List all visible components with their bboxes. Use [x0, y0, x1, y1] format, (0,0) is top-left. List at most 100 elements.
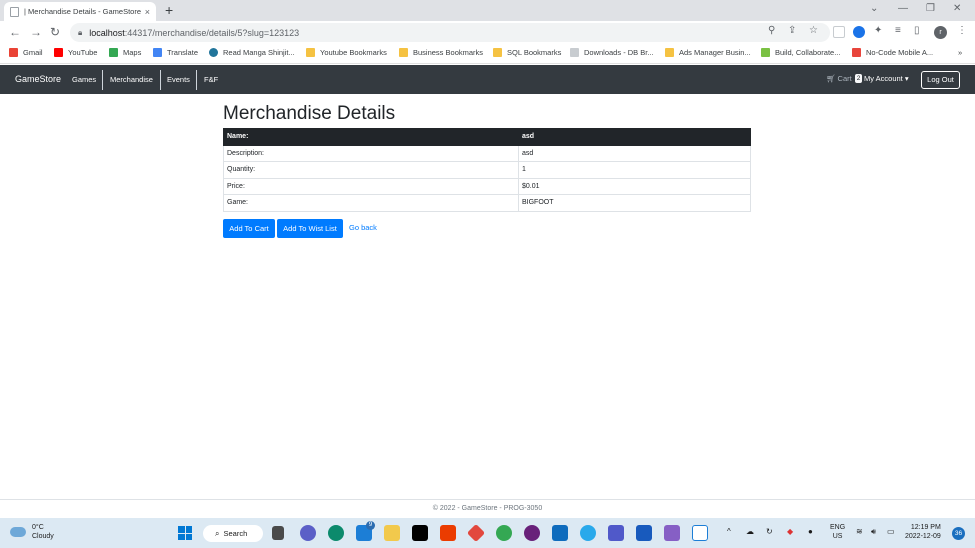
task-view-icon[interactable] — [272, 526, 284, 540]
mail-badge: 9 — [366, 521, 375, 530]
site-footer: © 2022 - GameStore - PROG-3050 — [0, 499, 975, 518]
netflix-icon[interactable] — [412, 525, 428, 541]
file-explorer-icon[interactable] — [384, 525, 400, 541]
detail-value: asd — [518, 128, 751, 146]
notification-badge[interactable]: 36 — [952, 527, 965, 540]
site-brand[interactable]: GameStore — [15, 74, 61, 84]
bookmarks-bar: Gmail YouTube Maps Translate Read Manga … — [0, 44, 975, 64]
battery-icon[interactable]: ▭ — [887, 527, 895, 536]
wifi-icon[interactable]: ≋ — [856, 527, 863, 536]
skype-extension-icon[interactable] — [853, 26, 865, 38]
logout-button[interactable]: Log Out — [921, 71, 960, 89]
nav-ff[interactable]: F&F — [199, 70, 223, 90]
browser-menu-icon[interactable]: ⋮ — [957, 25, 967, 36]
github-desktop-icon[interactable] — [524, 525, 540, 541]
bookmark-star-icon[interactable]: ☆ — [809, 25, 818, 36]
detail-key: Price: — [223, 177, 519, 195]
telegram-icon[interactable] — [580, 525, 596, 541]
bookmark-business-bookmarks[interactable]: Business Bookmarks — [399, 48, 483, 57]
word-icon[interactable] — [636, 525, 652, 541]
more-bookmarks-icon[interactable]: » — [958, 48, 962, 57]
chrome-icon[interactable] — [496, 525, 512, 541]
bookmark-sql-bookmarks[interactable]: SQL Bookmarks — [493, 48, 561, 57]
side-panel-icon[interactable]: ▯ — [914, 25, 920, 36]
minimize-icon[interactable]: — — [898, 3, 908, 14]
table-row: Quantity: 1 — [223, 161, 751, 179]
chevron-down-icon[interactable]: ⌄ — [870, 3, 878, 14]
tab-close-icon[interactable]: × — [145, 7, 150, 17]
cart-link[interactable]: 🛒︎ Cart 2 — [826, 74, 863, 83]
cloud-icon — [10, 527, 26, 537]
nav-merchandise[interactable]: Merchandise — [105, 70, 158, 90]
weather-widget[interactable]: 0°C Cloudy — [10, 523, 54, 541]
language-indicator[interactable]: ENG US — [830, 523, 845, 541]
address-bar[interactable]: 🔒︎ localhost:44317/merchandise/details/5… — [70, 23, 830, 42]
profile-avatar[interactable]: r — [934, 26, 947, 39]
bookmark-build-collaborate[interactable]: Build, Collaborate... — [761, 48, 840, 57]
browser-tab[interactable]: | Merchandise Details - GameStore × — [4, 2, 156, 21]
my-account-dropdown[interactable]: My Account ▾ — [864, 74, 909, 83]
bookmark-youtube-bookmarks[interactable]: Youtube Bookmarks — [306, 48, 387, 57]
bookmark-label: YouTube — [68, 48, 98, 57]
office-icon[interactable] — [440, 525, 456, 541]
bookmark-maps[interactable]: Maps — [109, 48, 141, 57]
windows-start-icon[interactable] — [178, 526, 192, 540]
teams-chat-icon[interactable] — [300, 525, 316, 541]
detail-key: Game: — [223, 194, 519, 212]
cart-label: Cart — [837, 74, 852, 83]
edge-icon[interactable] — [328, 525, 344, 541]
add-to-cart-button[interactable]: Add To Cart — [223, 219, 275, 238]
bookmark-gmail[interactable]: Gmail — [9, 48, 43, 57]
browser-toolbar: ← → ↻ 🔒︎ localhost:44317/merchandise/det… — [0, 21, 975, 44]
go-back-link[interactable]: Go back — [349, 223, 377, 232]
share-icon[interactable]: ⇪ — [788, 25, 796, 36]
clock-time: 12:19 PM — [910, 524, 941, 531]
add-to-wishlist-button[interactable]: Add To Wist List — [277, 219, 343, 238]
onedrive-icon[interactable]: ☁ — [746, 527, 754, 536]
back-icon[interactable]: ← — [9, 25, 21, 39]
visual-studio-icon[interactable] — [664, 525, 680, 541]
weather-condition: Cloudy — [32, 533, 54, 540]
detail-value: BIGFOOT — [518, 194, 751, 212]
bookmark-label: Gmail — [23, 48, 43, 57]
site-navbar: GameStore Games Merchandise Events F&F 🛒… — [0, 65, 975, 94]
bookmark-ads-manager[interactable]: Ads Manager Busin... — [665, 48, 751, 57]
bookmark-read-manga[interactable]: Read Manga Shinjit... — [209, 48, 295, 57]
bookmark-translate[interactable]: Translate — [153, 48, 198, 57]
nav-events[interactable]: Events — [162, 70, 195, 90]
restore-icon[interactable]: ❐ — [926, 3, 935, 14]
snipping-tool-icon[interactable] — [692, 525, 708, 541]
bookmark-no-code-mobile[interactable]: No-Code Mobile A... — [852, 48, 933, 57]
bookmark-label: Youtube Bookmarks — [320, 48, 387, 57]
close-window-icon[interactable]: ✕ — [953, 3, 961, 14]
puzzle-extensions-icon[interactable]: ✦ — [874, 25, 882, 36]
new-tab-button[interactable]: + — [165, 2, 173, 18]
zoom-search-icon[interactable]: ⚲ — [768, 25, 775, 36]
windows-taskbar: 0°C Cloudy ⌕ Search 9 ^ ☁ ↻ ◆ ● ENG US ≋… — [0, 518, 975, 548]
show-hidden-icons-chevron-icon[interactable]: ^ — [727, 527, 731, 536]
no-code-app-icon — [852, 48, 861, 57]
reload-icon[interactable]: ↻ — [50, 25, 60, 39]
reading-list-icon[interactable]: ≡ — [895, 25, 901, 36]
nav-divider — [160, 70, 161, 90]
wordpress-icon — [209, 48, 218, 57]
table-row: Name: asd — [223, 128, 751, 146]
taskbar-search[interactable]: ⌕ Search — [203, 525, 263, 542]
sync-icon[interactable]: ↻ — [766, 527, 773, 536]
detail-key: Name: — [223, 128, 519, 146]
region-code: US — [832, 533, 843, 540]
teams-icon[interactable] — [608, 525, 624, 541]
taskbar-clock[interactable]: 12:19 PM 2022-12-09 — [905, 523, 941, 541]
microphone-icon[interactable]: ● — [808, 527, 813, 536]
url-path: :44317/merchandise/details/5?slug=123123 — [124, 27, 300, 38]
bookmark-downloads[interactable]: Downloads - DB Br... — [570, 48, 654, 57]
antivirus-icon[interactable]: ◆ — [787, 527, 793, 536]
bookmark-youtube[interactable]: YouTube — [54, 48, 97, 57]
nav-games[interactable]: Games — [67, 70, 101, 90]
forward-icon[interactable]: → — [30, 25, 42, 39]
volume-icon[interactable]: 🔊︎ — [871, 527, 876, 537]
git-icon[interactable] — [466, 523, 486, 543]
extension-icon[interactable] — [833, 26, 845, 38]
detail-value: $0.01 — [518, 177, 751, 195]
outlook-icon[interactable] — [552, 525, 568, 541]
